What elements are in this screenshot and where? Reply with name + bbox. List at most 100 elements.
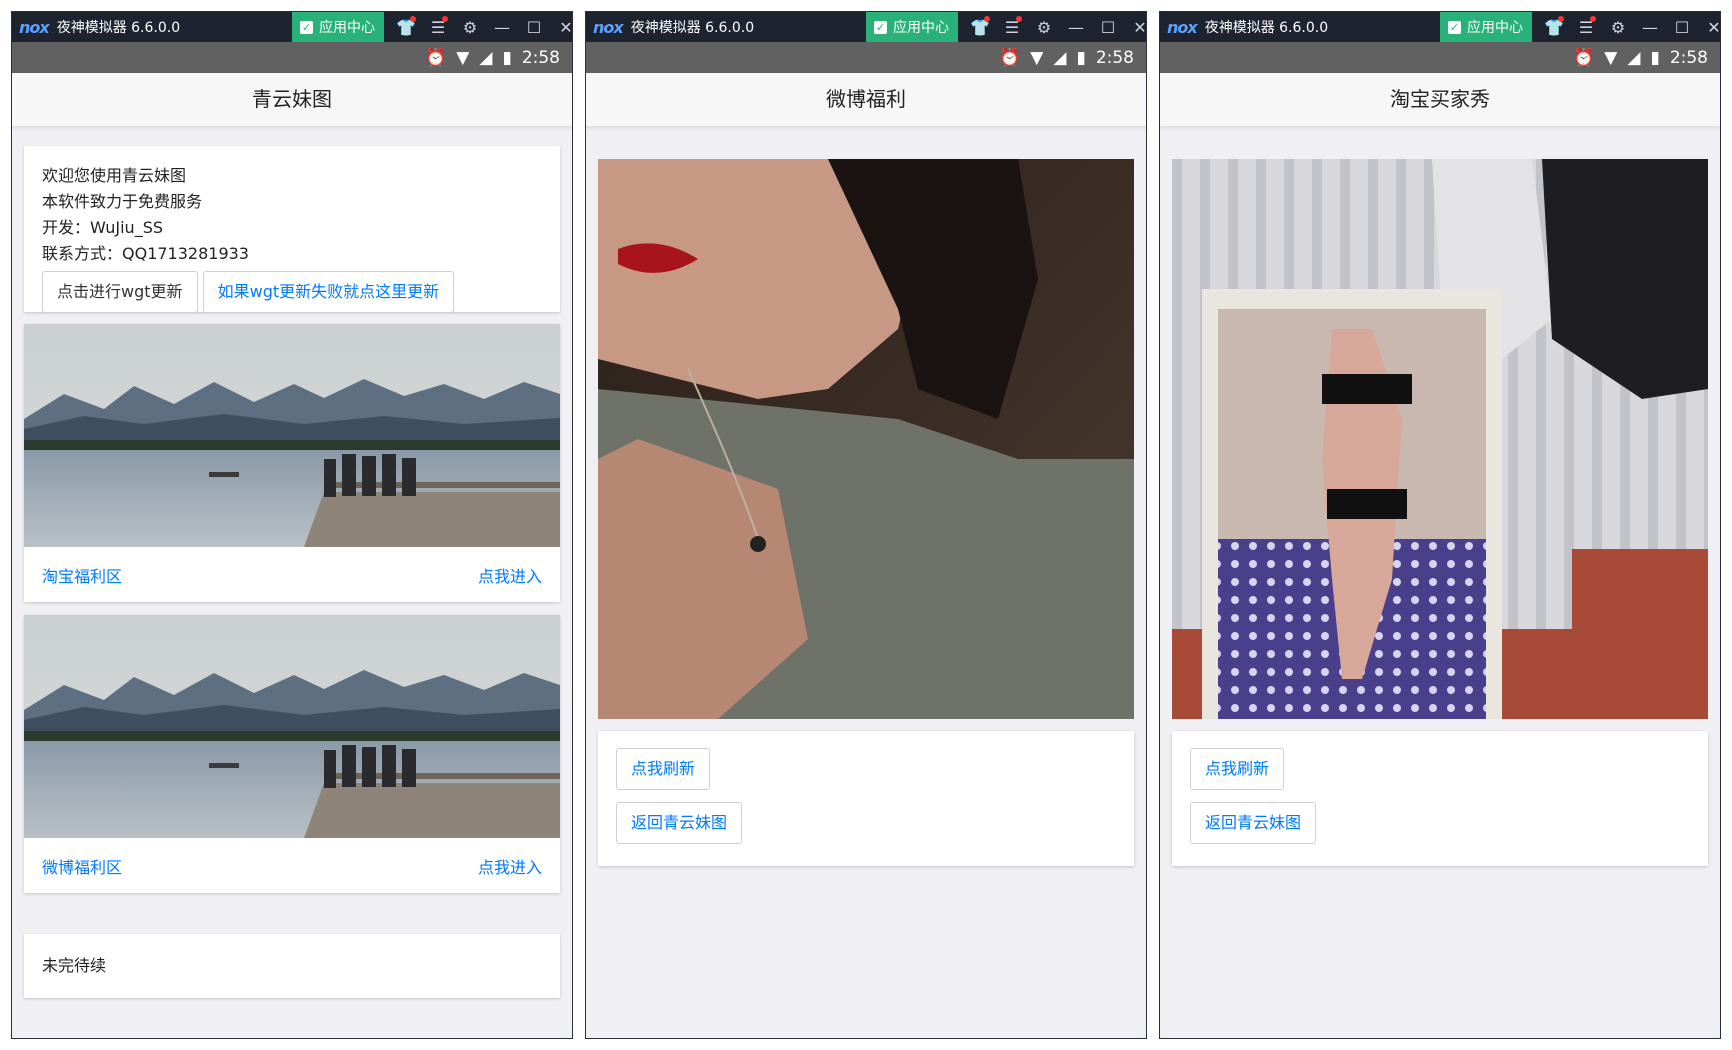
notification-dot (1016, 16, 1022, 22)
app-center-label: 应用中心 (1467, 20, 1523, 36)
emulator-title: 夜神模拟器 6.6.0.0 (1204, 20, 1329, 36)
android-statusbar: ⏰ ▼ ◢ ▮ 2:58 (12, 42, 572, 73)
emulator-window-2: nox 夜神模拟器 6.6.0.0 ✓ 应用中心 👕 ☰ ⚙ — ☐ ✕ ⏰ ▼… (585, 11, 1147, 1039)
back-button[interactable]: 返回青云妹图 (616, 802, 743, 844)
developer-line: 开发：WuJiu_SS (42, 218, 164, 237)
taobao-card[interactable]: 淘宝福利区 点我进入 (24, 324, 560, 602)
alarm-icon: ⏰ (999, 47, 1021, 68)
titlebar-controls: 👕 ☰ ⚙ — ☐ ✕ (390, 12, 572, 42)
minimize-icon[interactable]: — (486, 12, 518, 42)
wifi-icon: ▼ (1030, 47, 1044, 68)
lake-photo (24, 615, 560, 838)
fallback-update-button[interactable]: 如果wgt更新失败就点这里更新 (202, 271, 455, 313)
weibo-enter-link[interactable]: 点我进入 (478, 854, 542, 878)
card-footer: 微博福利区 点我进入 (24, 838, 560, 893)
android-statusbar: ⏰ ▼ ◢ ▮ 2:58 (1160, 42, 1720, 73)
menu-icon[interactable]: ☰ (422, 12, 454, 42)
android-statusbar: ⏰ ▼ ◢ ▮ 2:58 (586, 42, 1146, 73)
emulator-titlebar: nox 夜神模拟器 6.6.0.0 ✓ 应用中心 👕 ☰ ⚙ — ☐ ✕ (586, 12, 1146, 42)
page-title: 微博福利 (586, 73, 1146, 127)
app-center-icon: ✓ (300, 20, 313, 34)
update-buttons: 点击进行wgt更新 如果wgt更新失败就点这里更新 (24, 267, 560, 313)
page-title: 淘宝买家秀 (1160, 73, 1720, 127)
settings-gear-icon[interactable]: ⚙ (1028, 12, 1060, 42)
wgt-update-button[interactable]: 点击进行wgt更新 (42, 271, 198, 313)
contact-line: 联系方式：QQ1713281933 (42, 244, 249, 263)
skin-shirt-icon[interactable]: 👕 (390, 12, 422, 42)
portrait-photo (598, 159, 1134, 719)
close-icon[interactable]: ✕ (1698, 12, 1720, 42)
weibo-card-title[interactable]: 微博福利区 (42, 854, 122, 878)
wifi-icon: ▼ (456, 47, 470, 68)
notification-dot (1590, 16, 1596, 22)
notification-dot (410, 16, 416, 22)
signal-icon: ◢ (479, 47, 493, 68)
maximize-icon[interactable]: ☐ (1092, 12, 1124, 42)
weibo-photo (598, 159, 1134, 719)
settings-gear-icon[interactable]: ⚙ (1602, 12, 1634, 42)
status-time: 2:58 (1095, 47, 1134, 68)
notification-dot (442, 16, 448, 22)
emulator-window-3: nox 夜神模拟器 6.6.0.0 ✓ 应用中心 👕 ☰ ⚙ — ☐ ✕ ⏰ ▼… (1159, 11, 1721, 1039)
status-time: 2:58 (1669, 47, 1708, 68)
app-center-button[interactable]: ✓ 应用中心 (292, 12, 384, 42)
skin-shirt-icon[interactable]: 👕 (1538, 12, 1570, 42)
maximize-icon[interactable]: ☐ (1666, 12, 1698, 42)
close-icon[interactable]: ✕ (1124, 12, 1146, 42)
app-center-icon: ✓ (874, 20, 887, 34)
maximize-icon[interactable]: ☐ (518, 12, 550, 42)
emulator-title: 夜神模拟器 6.6.0.0 (630, 20, 755, 36)
service-line: 本软件致力于免费服务 (42, 192, 203, 211)
info-text: 欢迎您使用青云妹图 本软件致力于免费服务 开发：WuJiu_SS 联系方式：QQ… (24, 146, 560, 267)
alarm-icon: ⏰ (425, 47, 447, 68)
app-center-button[interactable]: ✓ 应用中心 (866, 12, 958, 42)
action-card: 点我刷新 返回青云妹图 (1172, 731, 1708, 866)
pending-card: 未完待续 (24, 934, 560, 998)
notification-dot (1558, 16, 1564, 22)
menu-icon[interactable]: ☰ (996, 12, 1028, 42)
menu-icon[interactable]: ☰ (1570, 12, 1602, 42)
app-center-label: 应用中心 (319, 20, 375, 36)
titlebar-controls: 👕 ☰ ⚙ — ☐ ✕ (1538, 12, 1720, 42)
action-card: 点我刷新 返回青云妹图 (598, 731, 1134, 866)
lake-photo (24, 324, 560, 547)
taobao-enter-link[interactable]: 点我进入 (478, 563, 542, 587)
notification-dot (984, 16, 990, 22)
wifi-icon: ▼ (1604, 47, 1618, 68)
skin-shirt-icon[interactable]: 👕 (964, 12, 996, 42)
refresh-button[interactable]: 点我刷新 (1190, 748, 1285, 790)
nox-logo: nox (593, 17, 624, 37)
battery-icon: ▮ (1650, 47, 1660, 68)
alarm-icon: ⏰ (1573, 47, 1595, 68)
titlebar-controls: 👕 ☰ ⚙ — ☐ ✕ (964, 12, 1146, 42)
taobao-photo (1172, 159, 1708, 719)
weibo-card[interactable]: 微博福利区 点我进入 (24, 615, 560, 893)
page-title: 青云妹图 (12, 73, 572, 127)
emulator-title: 夜神模拟器 6.6.0.0 (56, 20, 181, 36)
lake-landscape-image (24, 324, 560, 547)
close-icon[interactable]: ✕ (550, 12, 572, 42)
app-center-button[interactable]: ✓ 应用中心 (1440, 12, 1532, 42)
emulator-titlebar: nox 夜神模拟器 6.6.0.0 ✓ 应用中心 👕 ☰ ⚙ — ☐ ✕ (12, 12, 572, 42)
emulator-window-1: nox 夜神模拟器 6.6.0.0 ✓ 应用中心 👕 ☰ ⚙ — ☐ ✕ ⏰ ▼… (11, 11, 573, 1039)
emulator-titlebar: nox 夜神模拟器 6.6.0.0 ✓ 应用中心 👕 ☰ ⚙ — ☐ ✕ (1160, 12, 1720, 42)
lake-landscape-image (24, 615, 560, 838)
app-center-label: 应用中心 (893, 20, 949, 36)
taobao-card-title[interactable]: 淘宝福利区 (42, 563, 122, 587)
signal-icon: ◢ (1053, 47, 1067, 68)
signal-icon: ◢ (1627, 47, 1641, 68)
nox-logo: nox (19, 17, 50, 37)
battery-icon: ▮ (502, 47, 512, 68)
settings-gear-icon[interactable]: ⚙ (454, 12, 486, 42)
minimize-icon[interactable]: — (1060, 12, 1092, 42)
card-footer: 淘宝福利区 点我进入 (24, 547, 560, 602)
app-center-icon: ✓ (1448, 20, 1461, 34)
back-button[interactable]: 返回青云妹图 (1190, 802, 1317, 844)
nox-logo: nox (1167, 17, 1198, 37)
refresh-button[interactable]: 点我刷新 (616, 748, 711, 790)
mirror-photo (1172, 159, 1708, 719)
welcome-line: 欢迎您使用青云妹图 (42, 166, 187, 185)
status-time: 2:58 (521, 47, 560, 68)
battery-icon: ▮ (1076, 47, 1086, 68)
minimize-icon[interactable]: — (1634, 12, 1666, 42)
